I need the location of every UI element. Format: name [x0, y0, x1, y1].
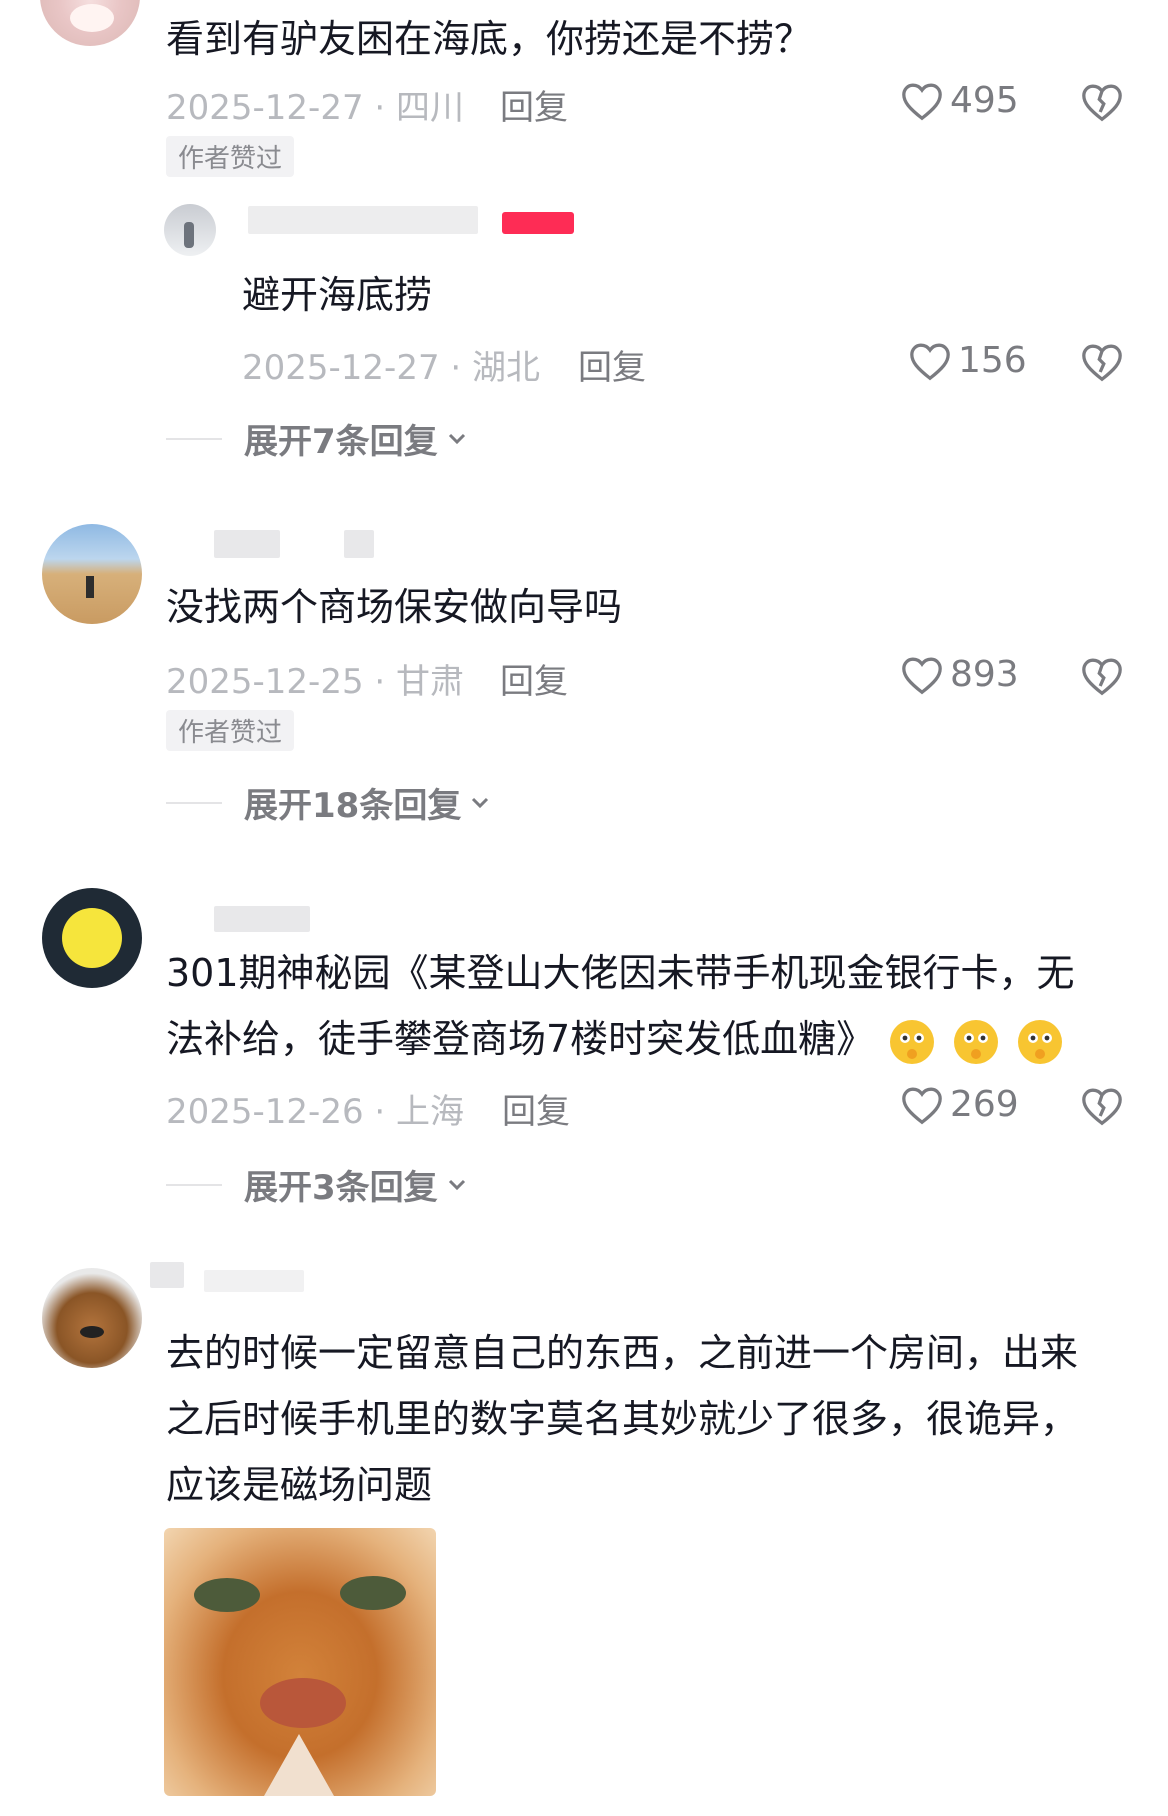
heart-outline-icon	[910, 343, 950, 380]
like-count: 156	[958, 340, 1027, 381]
expand-replies-button[interactable]: 展开3条回复	[166, 1160, 470, 1209]
cat-eye	[194, 1578, 260, 1612]
comment-text-line2: 法补给，徒手攀登商场7楼时突发低血糖》	[166, 1006, 1066, 1073]
heart-outline-icon	[902, 1087, 942, 1124]
username-redacted	[214, 530, 280, 558]
broken-heart-icon[interactable]	[1080, 656, 1124, 696]
expand-replies-button[interactable]: 展开7条回复	[166, 414, 470, 463]
broken-heart-icon[interactable]	[1080, 342, 1124, 382]
like-button[interactable]: 495	[900, 80, 1019, 121]
comment-text-line1: 301期神秘园《某登山大佬因未带手机现金银行卡，无	[166, 951, 1075, 995]
comment-text-line3: 应该是磁场问题	[166, 1463, 433, 1507]
comment-text-line2: 之后时候手机里的数字莫名其妙就少了很多，很诡异，	[166, 1397, 1079, 1441]
username-redacted	[248, 206, 478, 234]
broken-heart-icon[interactable]	[1080, 82, 1124, 122]
comment-text-line1: 去的时候一定留意自己的东西，之前进一个房间，出来	[166, 1331, 1079, 1375]
thinking-face-emoji	[1018, 1019, 1063, 1064]
like-button[interactable]: 893	[900, 654, 1019, 695]
comment-text-line2-body: 法补给，徒手攀登商场7楼时突发低血糖》	[166, 1017, 875, 1061]
expand-label: 展开18条回复	[244, 786, 462, 826]
chevron-down-icon	[448, 433, 465, 444]
reply-meta: 2025-12-27 · 湖北	[242, 348, 541, 388]
like-count: 269	[950, 1084, 1019, 1125]
thinking-face-emoji	[954, 1019, 999, 1064]
like-count: 495	[950, 80, 1019, 121]
expand-label: 展开3条回复	[244, 1168, 438, 1208]
comment-image-cat[interactable]	[164, 1528, 436, 1796]
cat-paws	[264, 1734, 334, 1796]
comment-meta: 2025-12-26 · 上海	[166, 1092, 465, 1132]
reply-button[interactable]: 回复	[500, 654, 568, 703]
author-liked-badge: 作者赞过	[166, 710, 295, 751]
reply-button[interactable]: 回复	[578, 340, 646, 389]
comment-text: 没找两个商场保安做向导吗	[166, 585, 623, 629]
divider	[166, 437, 222, 440]
chevron-down-icon	[448, 1179, 465, 1190]
username-redacted	[344, 530, 374, 558]
chevron-down-icon	[472, 797, 489, 808]
reply-text: 避开海底捞	[242, 273, 433, 317]
comment-meta: 2025-12-27 · 四川	[166, 88, 465, 128]
username-redacted	[150, 1262, 184, 1288]
like-button[interactable]: 269	[900, 1084, 1019, 1125]
comment-meta: 2025-12-25 · 甘肃	[166, 662, 465, 702]
divider	[166, 801, 222, 804]
reply-button[interactable]: 回复	[502, 1084, 570, 1133]
commenter-avatar[interactable]	[42, 524, 142, 624]
commenter-avatar[interactable]	[40, 0, 140, 46]
thinking-face-emoji	[890, 1019, 935, 1064]
commenter-avatar[interactable]	[42, 1268, 142, 1368]
comment-text: 看到有驴友困在海底，你捞还是不捞？	[166, 17, 813, 61]
reply-avatar[interactable]	[164, 204, 216, 256]
like-count: 893	[950, 654, 1019, 695]
cat-eye	[340, 1576, 406, 1610]
divider	[166, 1183, 222, 1186]
reply-button[interactable]: 回复	[500, 80, 568, 129]
broken-heart-icon[interactable]	[1080, 1086, 1124, 1126]
author-tag	[502, 212, 574, 234]
heart-outline-icon	[902, 83, 942, 120]
username-redacted	[214, 906, 310, 932]
expand-label: 展开7条回复	[244, 422, 438, 462]
expand-replies-button[interactable]: 展开18条回复	[166, 778, 493, 827]
like-button[interactable]: 156	[908, 340, 1027, 381]
cat-nose	[260, 1678, 346, 1728]
username-redacted	[204, 1270, 304, 1292]
commenter-avatar[interactable]	[42, 888, 142, 988]
author-liked-badge: 作者赞过	[166, 136, 295, 177]
heart-outline-icon	[902, 657, 942, 694]
